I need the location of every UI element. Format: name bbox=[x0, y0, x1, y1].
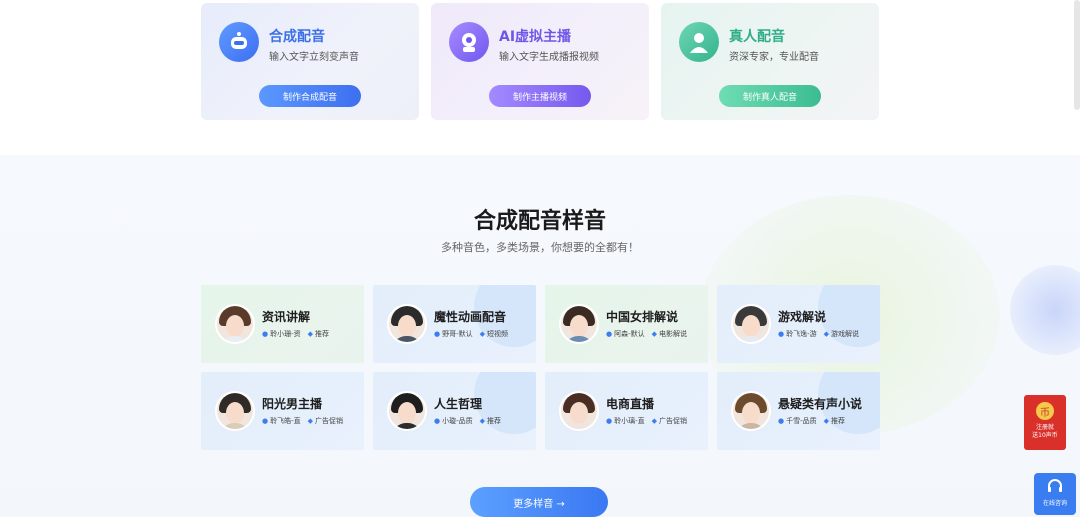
section-subtitle: 多种音色，多类场景，你想要的全都有！ bbox=[441, 241, 639, 254]
avatar bbox=[215, 391, 255, 431]
avatar bbox=[559, 391, 599, 431]
voice-meta: ● 聆小珊-资 ◆ 推荐 bbox=[262, 329, 329, 339]
voice-speaker: 阿森-默认 bbox=[614, 330, 645, 338]
tag-icon: ◆ bbox=[479, 417, 486, 425]
avatar bbox=[387, 391, 427, 431]
product-title: 合成配音 bbox=[269, 29, 325, 45]
product-title: 真人配音 bbox=[729, 29, 785, 45]
voice-tag: 推荐 bbox=[487, 417, 502, 425]
tag-icon: ◆ bbox=[307, 330, 314, 338]
make-tts-button[interactable]: 制作合成配音 bbox=[259, 85, 361, 107]
voice-card[interactable]: 资讯讲解 ● 聆小珊-资 ◆ 推荐 bbox=[201, 285, 364, 363]
section-title: 合成配音样音 bbox=[473, 209, 606, 234]
tag-icon: ◆ bbox=[307, 417, 314, 425]
avatar bbox=[731, 391, 771, 431]
red-packet-line: 送10声币 bbox=[1032, 432, 1058, 439]
virtual-anchor-icon bbox=[449, 22, 489, 62]
voice-meta: ● 千雪-品质 ◆ 推荐 bbox=[778, 416, 845, 426]
voice-speaker: 聆飞皓-直 bbox=[270, 417, 301, 425]
voice-grid: 资讯讲解 ● 聆小珊-资 ◆ 推荐 魔性动画配音 ● 野哥-默认 ◆ 短视频 中国女排解… bbox=[201, 285, 880, 450]
user-icon: ● bbox=[262, 417, 269, 425]
red-packet-text: 注册就 送10声币 bbox=[1032, 424, 1058, 440]
voice-name: 资讯讲解 bbox=[262, 310, 311, 324]
decorative-blob bbox=[1010, 265, 1080, 355]
tag-icon: ◆ bbox=[479, 330, 486, 338]
voice-meta: ● 聆飞皓-直 ◆ 广告促销 bbox=[262, 416, 343, 426]
user-icon: ● bbox=[778, 417, 785, 425]
voice-card[interactable]: 电商直播 ● 聆小璃-直 ◆ 广告促销 bbox=[545, 372, 708, 450]
voice-speaker: 聆飞逸-游 bbox=[786, 330, 817, 338]
voice-card[interactable]: 人生哲理 ● 小璇-品质 ◆ 推荐 bbox=[373, 372, 536, 450]
voice-name: 魔性动画配音 bbox=[434, 310, 507, 324]
voice-tag: 推荐 bbox=[831, 417, 846, 425]
more-samples-button[interactable]: 更多样音 → bbox=[470, 487, 608, 517]
voice-speaker: 野哥-默认 bbox=[442, 330, 473, 338]
voice-speaker: 千雪-品质 bbox=[786, 417, 817, 425]
voice-name: 中国女排解说 bbox=[606, 310, 679, 324]
product-cards: 合成配音 输入文字立刻变声音 制作合成配音 AI虚拟主播 输入文字生成播报视频 … bbox=[201, 3, 879, 120]
user-icon: ● bbox=[606, 330, 613, 338]
avatar bbox=[559, 304, 599, 344]
avatar bbox=[387, 304, 427, 344]
product-desc: 输入文字生成播报视频 bbox=[499, 52, 599, 63]
voice-speaker: 小璇-品质 bbox=[442, 417, 473, 425]
avatar bbox=[731, 304, 771, 344]
voice-tag: 游戏解说 bbox=[831, 330, 860, 338]
voice-card[interactable]: 悬疑类有声小说 ● 千雪-品质 ◆ 推荐 bbox=[717, 372, 880, 450]
voice-tag: 广告促销 bbox=[315, 417, 344, 425]
voice-speaker: 聆小璃-直 bbox=[614, 417, 645, 425]
product-card-anchor[interactable]: AI虚拟主播 输入文字生成播报视频 制作主播视频 bbox=[431, 3, 649, 120]
tag-icon: ◆ bbox=[651, 330, 658, 338]
headset-icon bbox=[1048, 479, 1062, 492]
online-support-button[interactable]: 在线咨询 bbox=[1034, 473, 1076, 515]
product-title: AI虚拟主播 bbox=[499, 29, 572, 45]
avatar bbox=[215, 304, 255, 344]
voice-tag: 短视频 bbox=[487, 330, 509, 338]
voice-name: 电商直播 bbox=[606, 397, 655, 411]
voice-name: 阳光男主播 bbox=[262, 397, 323, 411]
register-red-packet[interactable]: 币 注册就 送10声币 bbox=[1024, 395, 1066, 450]
voice-card[interactable]: 中国女排解说 ● 阿森-默认 ◆ 电影解说 bbox=[545, 285, 708, 363]
user-icon: ● bbox=[434, 330, 441, 338]
voice-meta: ● 聆飞逸-游 ◆ 游戏解说 bbox=[778, 329, 859, 339]
voice-name: 游戏解说 bbox=[778, 310, 827, 324]
robot-icon bbox=[219, 22, 259, 62]
user-icon: ● bbox=[778, 330, 785, 338]
voice-speaker: 聆小珊-资 bbox=[270, 330, 301, 338]
voice-meta: ● 聆小璃-直 ◆ 广告促销 bbox=[606, 416, 687, 426]
voice-tag: 广告促销 bbox=[659, 417, 688, 425]
coin-icon: 币 bbox=[1036, 402, 1054, 420]
voice-card[interactable]: 游戏解说 ● 聆飞逸-游 ◆ 游戏解说 bbox=[717, 285, 880, 363]
red-packet-line: 注册就 bbox=[1035, 424, 1054, 431]
voice-meta: ● 小璇-品质 ◆ 推荐 bbox=[434, 416, 501, 426]
voice-meta: ● 阿森-默认 ◆ 电影解说 bbox=[606, 329, 687, 339]
voice-actor-icon bbox=[679, 22, 719, 62]
make-human-voice-button[interactable]: 制作真人配音 bbox=[719, 85, 821, 107]
user-icon: ● bbox=[262, 330, 269, 338]
samples-section: 合成配音样音 多种音色，多类场景，你想要的全都有！ 资讯讲解 ● 聆小珊-资 ◆ 推… bbox=[0, 155, 1080, 517]
voice-card[interactable]: 魔性动画配音 ● 野哥-默认 ◆ 短视频 bbox=[373, 285, 536, 363]
product-desc: 输入文字立刻变声音 bbox=[269, 52, 359, 63]
page-scrollbar[interactable] bbox=[1074, 0, 1080, 110]
voice-meta: ● 野哥-默认 ◆ 短视频 bbox=[434, 329, 508, 339]
product-card-human[interactable]: 真人配音 资深专家，专业配音 制作真人配音 bbox=[661, 3, 879, 120]
make-anchor-video-button[interactable]: 制作主播视频 bbox=[489, 85, 591, 107]
support-label: 在线咨询 bbox=[1042, 500, 1067, 507]
voice-name: 人生哲理 bbox=[434, 397, 483, 411]
voice-tag: 推荐 bbox=[315, 330, 330, 338]
tag-icon: ◆ bbox=[823, 330, 830, 338]
product-desc: 资深专家，专业配音 bbox=[729, 52, 819, 63]
tag-icon: ◆ bbox=[651, 417, 658, 425]
user-icon: ● bbox=[606, 417, 613, 425]
voice-tag: 电影解说 bbox=[659, 330, 688, 338]
product-card-tts[interactable]: 合成配音 输入文字立刻变声音 制作合成配音 bbox=[201, 3, 419, 120]
user-icon: ● bbox=[434, 417, 441, 425]
voice-card[interactable]: 阳光男主播 ● 聆飞皓-直 ◆ 广告促销 bbox=[201, 372, 364, 450]
voice-name: 悬疑类有声小说 bbox=[778, 397, 863, 411]
tag-icon: ◆ bbox=[823, 417, 830, 425]
